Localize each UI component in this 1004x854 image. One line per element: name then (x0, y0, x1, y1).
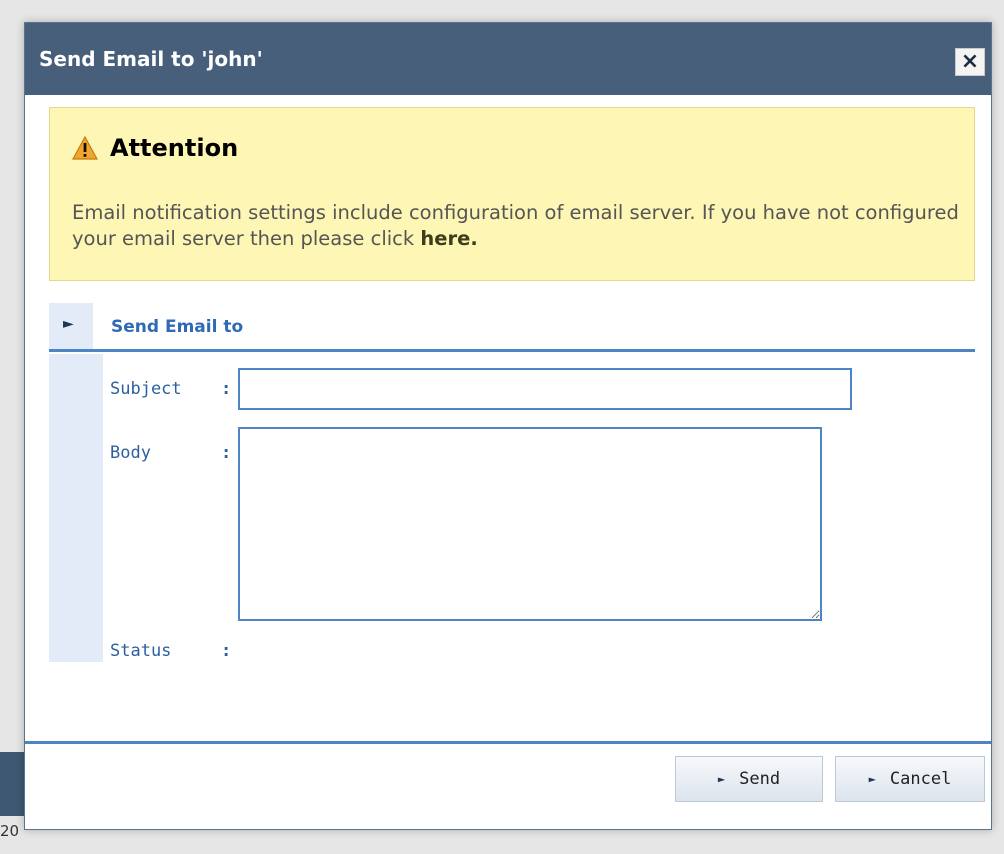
send-button[interactable]: ► Send (675, 756, 823, 802)
body-colon: : (221, 443, 232, 463)
attention-title: Attention (110, 134, 239, 162)
configure-email-link[interactable]: here. (420, 227, 477, 250)
body-textarea[interactable] (238, 427, 822, 621)
subject-input[interactable] (238, 368, 852, 410)
attention-header: Attention (72, 134, 238, 162)
cancel-arrow-icon: ► (868, 772, 876, 786)
send-email-dialog: Send Email to 'john' × Attention Email n… (24, 22, 992, 830)
close-button[interactable]: × (955, 48, 985, 76)
send-email-section-header[interactable]: ► Send Email to (49, 303, 975, 352)
dialog-title: Send Email to 'john' (39, 47, 263, 71)
subject-colon: : (221, 379, 232, 399)
send-arrow-icon: ► (717, 772, 726, 786)
cancel-button-label: Cancel (889, 769, 952, 789)
expand-arrow-icon: ► (63, 316, 74, 332)
send-button-label: Send (739, 769, 781, 789)
form-gutter (49, 354, 103, 662)
cancel-button[interactable]: ► Cancel (835, 756, 985, 802)
close-icon: × (960, 49, 980, 74)
background-window-text: 20 (0, 822, 20, 840)
background-window-strip (0, 752, 26, 816)
attention-box: Attention Email notification settings in… (49, 107, 975, 281)
attention-message: Email notification settings include conf… (72, 200, 962, 252)
footer-divider (25, 741, 991, 744)
body-label: Body (110, 443, 151, 463)
section-title: Send Email to (111, 317, 244, 337)
subject-label: Subject (110, 379, 182, 399)
section-toggle[interactable]: ► (49, 303, 93, 349)
status-label: Status (110, 641, 172, 661)
attention-message-text: Email notification settings include conf… (72, 201, 959, 250)
warning-triangle-icon (72, 136, 98, 160)
status-colon: : (221, 641, 232, 661)
dialog-titlebar[interactable]: Send Email to 'john' × (25, 23, 991, 95)
